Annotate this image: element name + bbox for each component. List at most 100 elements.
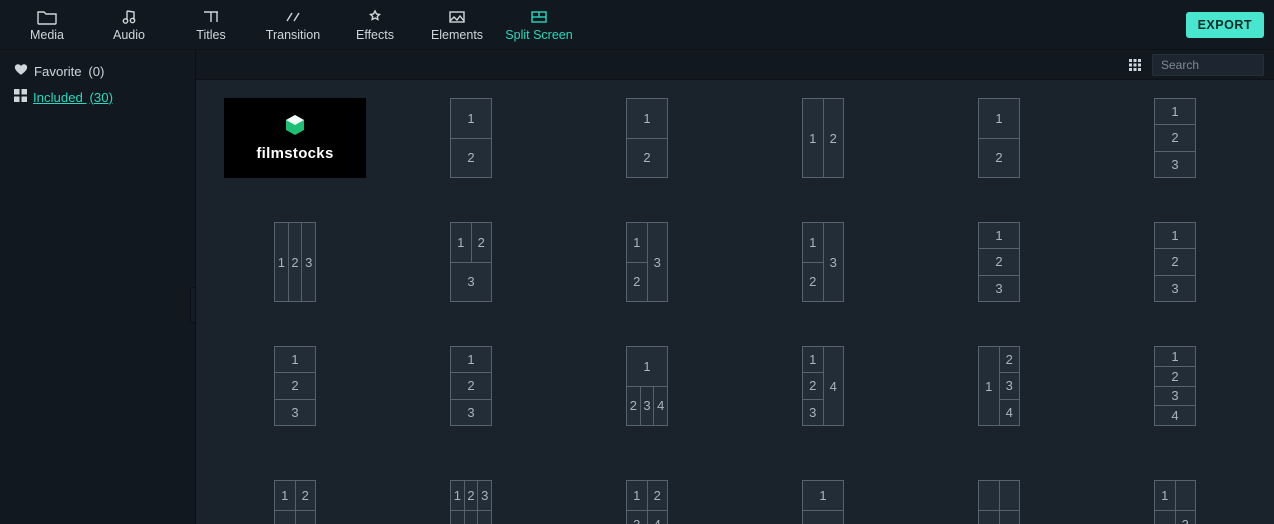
tab-splitscreen[interactable]: Split Screen <box>498 0 580 50</box>
tab-elements[interactable]: Elements <box>416 0 498 50</box>
layout-grid-scroll[interactable]: filmstocks121212121231231231231231231231… <box>196 80 1274 524</box>
layout-region <box>979 511 999 524</box>
layout-region: 4 <box>1000 399 1020 425</box>
layout-region: 1 <box>803 481 843 510</box>
layout-region: 2 <box>471 223 492 262</box>
split-layout-tile[interactable]: 1234 <box>626 346 668 426</box>
tab-label: Titles <box>196 28 225 42</box>
split-layout-tile[interactable]: 123 <box>1154 222 1196 302</box>
layout-region: 1 <box>275 223 288 301</box>
layout-region: 1 <box>627 481 647 510</box>
split-layout-tile[interactable]: 123 <box>802 222 844 302</box>
grid-cell: 123 <box>394 470 548 524</box>
split-layout-tile[interactable]: 123 <box>1154 98 1196 178</box>
grid-cell: 1234 <box>570 346 724 426</box>
grid-cell: 12 <box>218 470 372 524</box>
layout-region: 3 <box>301 223 315 301</box>
layout-region: 2 <box>1000 347 1020 372</box>
tab-label: Media <box>30 28 64 42</box>
tab-titles[interactable]: Titles <box>170 0 252 50</box>
split-layout-tile[interactable]: 12 <box>802 98 844 178</box>
layout-region <box>275 511 295 524</box>
top-toolbar: Media Audio Titles TransitionEffects Element… <box>0 0 1274 50</box>
split-layout-tile[interactable]: 1234 <box>802 346 844 426</box>
grid-cell: 1234 <box>570 470 724 524</box>
grid-cell: 1234 <box>922 346 1076 426</box>
layout-region: 4 <box>824 347 844 425</box>
split-layout-tile[interactable]: 1 <box>802 480 844 524</box>
layout-region <box>1175 481 1196 510</box>
grid-cell: 123 <box>1098 222 1252 302</box>
split-layout-tile[interactable]: 1234 <box>978 346 1020 426</box>
titles-icon <box>202 8 220 26</box>
grid-cell: 123 <box>922 222 1076 302</box>
grid-cell: 123 <box>570 222 724 302</box>
tab-effects[interactable]: Effects <box>334 0 416 50</box>
sidebar-collapse-handle[interactable] <box>190 287 196 323</box>
layout-region: 3 <box>477 481 491 510</box>
split-layout-tile[interactable]: 123 <box>450 480 492 524</box>
layout-region: 2 <box>627 262 647 302</box>
grid-cell: 12 <box>746 98 900 178</box>
layout-region: 1 <box>979 223 1019 248</box>
grid-cell: 123 <box>218 346 372 426</box>
layout-region: 3 <box>648 223 668 301</box>
layout-region: 2 <box>275 373 315 398</box>
split-layout-tile[interactable]: 1234 <box>626 480 668 524</box>
search-input[interactable] <box>1161 58 1274 72</box>
split-layout-tile[interactable]: 123 <box>626 222 668 302</box>
layout-region: 3 <box>1175 511 1196 524</box>
layout-region: 1 <box>451 223 471 262</box>
layout-region: 2 <box>1155 249 1195 274</box>
split-layout-tile[interactable]: 13 <box>1154 480 1196 524</box>
grid-cell: 123 <box>394 346 548 426</box>
grid-cell: 1234 <box>746 346 900 426</box>
view-grid-icon[interactable] <box>1128 58 1142 72</box>
filmstocks-tile[interactable]: filmstocks <box>224 98 366 178</box>
split-layout-tile[interactable]: 12 <box>626 98 668 178</box>
split-layout-tile[interactable]: 12 <box>274 480 316 524</box>
grid-cell: 123 <box>746 222 900 302</box>
layout-region: 1 <box>803 223 823 262</box>
split-layout-tile[interactable]: 12 <box>978 98 1020 178</box>
split-layout-tile[interactable]: 1234 <box>1154 346 1196 426</box>
split-layout-tile[interactable]: 123 <box>274 346 316 426</box>
splitscreen-icon <box>530 8 548 26</box>
split-layout-tile[interactable]: 123 <box>450 222 492 302</box>
audio-icon <box>121 8 137 26</box>
layout-region: 1 <box>1155 99 1195 124</box>
tab-transition[interactable]: Transition <box>252 0 334 50</box>
layout-region: 2 <box>979 139 1019 178</box>
tab-audio[interactable]: Audio <box>88 0 170 50</box>
sidebar-item-label: Included (30) <box>33 90 113 105</box>
grid-cell: 1234 <box>1098 346 1252 426</box>
split-layout-tile[interactable]: 123 <box>450 346 492 426</box>
split-layout-tile[interactable] <box>978 480 1020 524</box>
layout-region: 2 <box>1155 125 1195 150</box>
layout-region: 3 <box>640 387 654 426</box>
split-layout-tile[interactable]: 123 <box>978 222 1020 302</box>
export-button[interactable]: EXPORT <box>1186 12 1264 38</box>
layout-region: 1 <box>1155 481 1175 510</box>
tab-media[interactable]: Media <box>6 0 88 50</box>
layout-region: 1 <box>803 99 823 177</box>
layout-region: 3 <box>824 223 844 301</box>
media-icon <box>37 8 57 26</box>
layout-region: 3 <box>1155 387 1195 406</box>
sidebar-item-favorite[interactable]: Favorite (0) <box>10 58 185 84</box>
layout-region: 2 <box>803 372 823 398</box>
split-layout-tile[interactable]: 123 <box>274 222 316 302</box>
grid-icon <box>14 89 27 105</box>
split-layout-tile[interactable]: 12 <box>450 98 492 178</box>
layout-region: 2 <box>803 262 823 302</box>
effects-icon <box>367 8 383 26</box>
filmstocks-icon <box>282 114 308 138</box>
layout-region: 2 <box>451 139 491 178</box>
sidebar-item-included[interactable]: Included (30) <box>10 84 185 110</box>
tab-label: Elements <box>431 28 483 42</box>
layout-region: 3 <box>979 276 1019 301</box>
layout-region: 4 <box>647 511 668 524</box>
layout-region: 4 <box>653 387 667 426</box>
layout-region: 1 <box>979 99 1019 138</box>
layout-region: 2 <box>1155 367 1195 386</box>
